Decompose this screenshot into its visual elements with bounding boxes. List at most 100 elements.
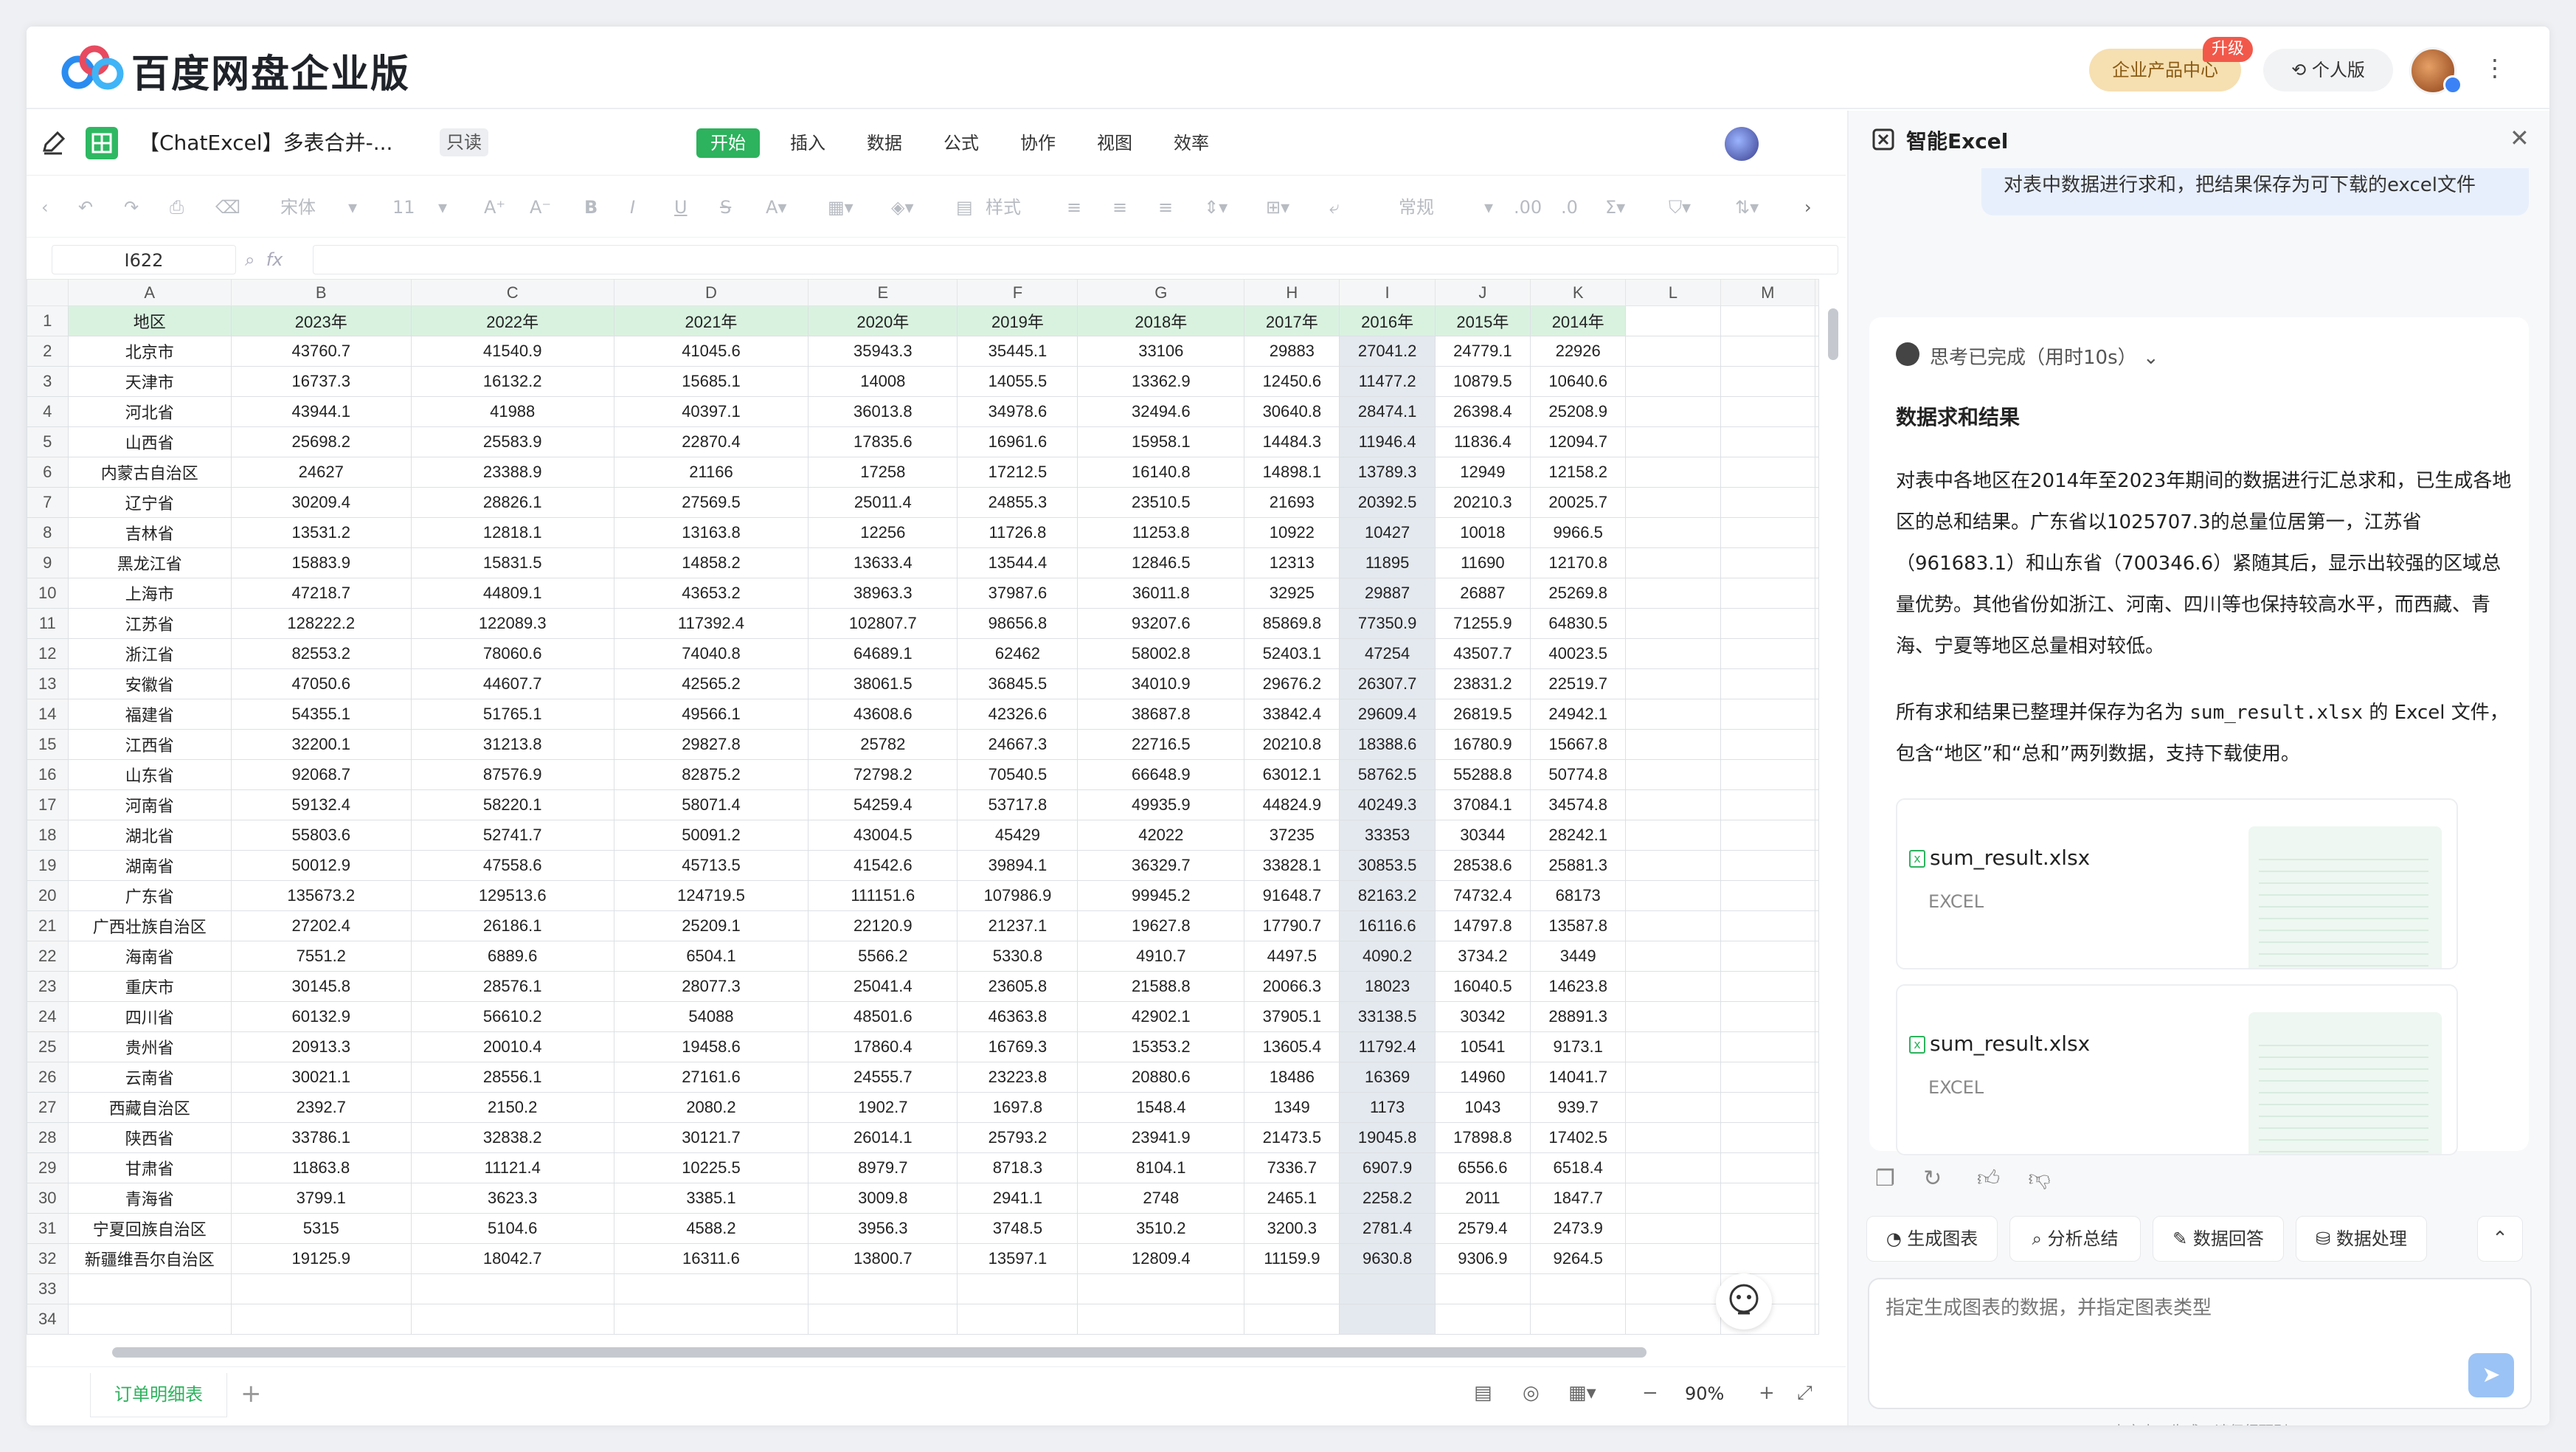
table-cell[interactable] — [1720, 699, 1816, 730]
table-cell[interactable]: 重庆市 — [67, 971, 232, 1002]
table-cell[interactable]: 29676.2 — [1244, 668, 1340, 699]
row-number[interactable]: 15 — [27, 729, 69, 760]
table-row[interactable]: 31 宁夏回族自治区 5315 5104.6 4588.2 3956.3 3748.5 351… — [27, 1213, 1819, 1244]
table-cell[interactable]: 43608.6 — [808, 699, 958, 730]
table-cell[interactable]: 四川省 — [67, 1001, 232, 1032]
table-cell[interactable]: 135673.2 — [230, 880, 412, 911]
table-cell[interactable]: 30640.8 — [1244, 396, 1340, 427]
table-cell[interactable]: 47558.6 — [410, 850, 614, 881]
chat-input-box[interactable]: ➤ — [1868, 1278, 2532, 1409]
table-cell[interactable]: 6504.1 — [613, 941, 809, 972]
vertical-scrollbar[interactable] — [1821, 279, 1846, 1290]
tab-collab[interactable]: 协作 — [1006, 128, 1070, 158]
column-header[interactable]: L — [1625, 279, 1721, 306]
table-cell[interactable]: 30209.4 — [230, 487, 412, 518]
table-cell[interactable]: 4090.2 — [1339, 941, 1436, 972]
tab-data[interactable]: 数据 — [853, 128, 916, 158]
edit-pencil-icon[interactable] — [37, 127, 69, 159]
row-number[interactable]: 20 — [27, 880, 69, 911]
table-cell[interactable]: 14041.7 — [1530, 1062, 1627, 1093]
table-cell[interactable] — [1625, 941, 1721, 972]
table-cell[interactable]: 78060.6 — [410, 638, 614, 669]
table-cell[interactable]: 17835.6 — [808, 426, 958, 457]
table-row[interactable]: 7 辽宁省 30209.4 28826.1 27569.5 25011.4 24855.3 2… — [27, 487, 1819, 518]
row-number[interactable]: 27 — [27, 1092, 69, 1123]
table-cell[interactable]: 3385.1 — [613, 1183, 809, 1214]
table-cell[interactable] — [1625, 789, 1721, 820]
table-cell[interactable]: 3623.3 — [410, 1183, 614, 1214]
column-header[interactable]: A — [67, 279, 232, 306]
table-cell[interactable] — [1720, 1213, 1816, 1244]
table-cell[interactable] — [1625, 1001, 1721, 1032]
table-cell[interactable]: 3748.5 — [957, 1213, 1078, 1244]
table-cell[interactable] — [1720, 608, 1816, 639]
table-cell[interactable]: 28556.1 — [410, 1062, 614, 1093]
table-cell[interactable]: 2465.1 — [1244, 1183, 1340, 1214]
table-cell[interactable] — [1625, 1304, 1721, 1335]
table-cell[interactable] — [1625, 1243, 1721, 1274]
upgrade-badge[interactable]: 升级 — [2203, 37, 2253, 62]
table-cell[interactable]: 23605.8 — [957, 971, 1078, 1002]
table-cell[interactable]: 2020年 — [808, 305, 958, 336]
table-cell[interactable]: 5330.8 — [957, 941, 1078, 972]
table-cell[interactable]: 28474.1 — [1339, 396, 1436, 427]
table-cell[interactable]: 海南省 — [67, 941, 232, 972]
table-cell[interactable]: 17898.8 — [1434, 1122, 1531, 1153]
table-cell[interactable]: 32838.2 — [410, 1122, 614, 1153]
row-number[interactable]: 3 — [27, 366, 69, 397]
table-cell[interactable]: 27569.5 — [613, 487, 809, 518]
table-cell[interactable] — [1625, 608, 1721, 639]
table-cell[interactable] — [230, 1273, 412, 1304]
row-number[interactable]: 16 — [27, 759, 69, 790]
table-row[interactable]: 17 河南省 59132.4 58220.1 58071.4 54259.4 53717.8… — [27, 789, 1819, 820]
table-cell[interactable]: 53717.8 — [957, 789, 1078, 820]
table-cell[interactable]: 122089.3 — [410, 608, 614, 639]
table-cell[interactable]: 9630.8 — [1339, 1243, 1436, 1274]
merge-cells-icon[interactable]: ⊞▾ — [1266, 193, 1289, 221]
column-header[interactable]: F — [957, 279, 1078, 306]
table-cell[interactable]: 19627.8 — [1077, 910, 1245, 941]
table-cell[interactable]: 20025.7 — [1530, 487, 1627, 518]
table-cell[interactable]: 42902.1 — [1077, 1001, 1245, 1032]
table-cell[interactable]: 22519.7 — [1530, 668, 1627, 699]
table-cell[interactable]: 25583.9 — [410, 426, 614, 457]
table-row[interactable]: 11 江苏省 128222.2 122089.3 117392.4 102807.7 986… — [27, 608, 1819, 639]
table-cell[interactable] — [1625, 1213, 1721, 1244]
table-cell[interactable]: 85869.8 — [1244, 608, 1340, 639]
row-number[interactable]: 31 — [27, 1213, 69, 1244]
table-cell[interactable]: 12094.7 — [1530, 426, 1627, 457]
table-cell[interactable]: 12313 — [1244, 547, 1340, 578]
table-cell[interactable] — [1625, 759, 1721, 790]
table-cell[interactable]: 湖北省 — [67, 820, 232, 851]
table-cell[interactable]: 17860.4 — [808, 1031, 958, 1062]
table-row[interactable]: 26 云南省 30021.1 28556.1 27161.6 24555.7 23223.8… — [27, 1062, 1819, 1093]
table-row[interactable]: 19 湖南省 50012.9 47558.6 45713.5 41542.6 39894.1… — [27, 850, 1819, 881]
table-cell[interactable]: 2019年 — [957, 305, 1078, 336]
row-number[interactable]: 9 — [27, 547, 69, 578]
table-cell[interactable]: 111151.6 — [808, 880, 958, 911]
select-all-corner[interactable] — [27, 279, 69, 306]
table-cell[interactable]: 20392.5 — [1339, 487, 1436, 518]
table-row[interactable]: 15 江西省 32200.1 31213.8 29827.8 25782 24667.3 22… — [27, 729, 1819, 760]
table-cell[interactable]: 5566.2 — [808, 941, 958, 972]
table-cell[interactable]: 25698.2 — [230, 426, 412, 457]
table-cell[interactable]: 山西省 — [67, 426, 232, 457]
table-cell[interactable]: 2011 — [1434, 1183, 1531, 1214]
table-cell[interactable] — [1720, 941, 1816, 972]
table-cell[interactable] — [1815, 517, 1819, 548]
tab-start[interactable]: 开始 — [696, 128, 760, 158]
table-cell[interactable]: 31213.8 — [410, 729, 614, 760]
table-cell[interactable]: 37905.1 — [1244, 1001, 1340, 1032]
table-cell[interactable]: 辽宁省 — [67, 487, 232, 518]
table-cell[interactable]: 13605.4 — [1244, 1031, 1340, 1062]
table-cell[interactable]: 8104.1 — [1077, 1152, 1245, 1183]
increase-font-icon[interactable]: A⁺ — [484, 193, 505, 221]
table-cell[interactable] — [1815, 729, 1819, 760]
table-cell[interactable] — [1244, 1304, 1340, 1335]
table-cell[interactable]: 15831.5 — [410, 547, 614, 578]
table-cell[interactable]: 20210.3 — [1434, 487, 1531, 518]
table-row[interactable]: 21 广西壮族自治区 27202.4 26186.1 25209.1 22120.9 212… — [27, 910, 1819, 941]
table-cell[interactable]: 9966.5 — [1530, 517, 1627, 548]
table-cell[interactable]: 37084.1 — [1434, 789, 1531, 820]
horizontal-scroll-thumb[interactable] — [112, 1347, 1647, 1358]
